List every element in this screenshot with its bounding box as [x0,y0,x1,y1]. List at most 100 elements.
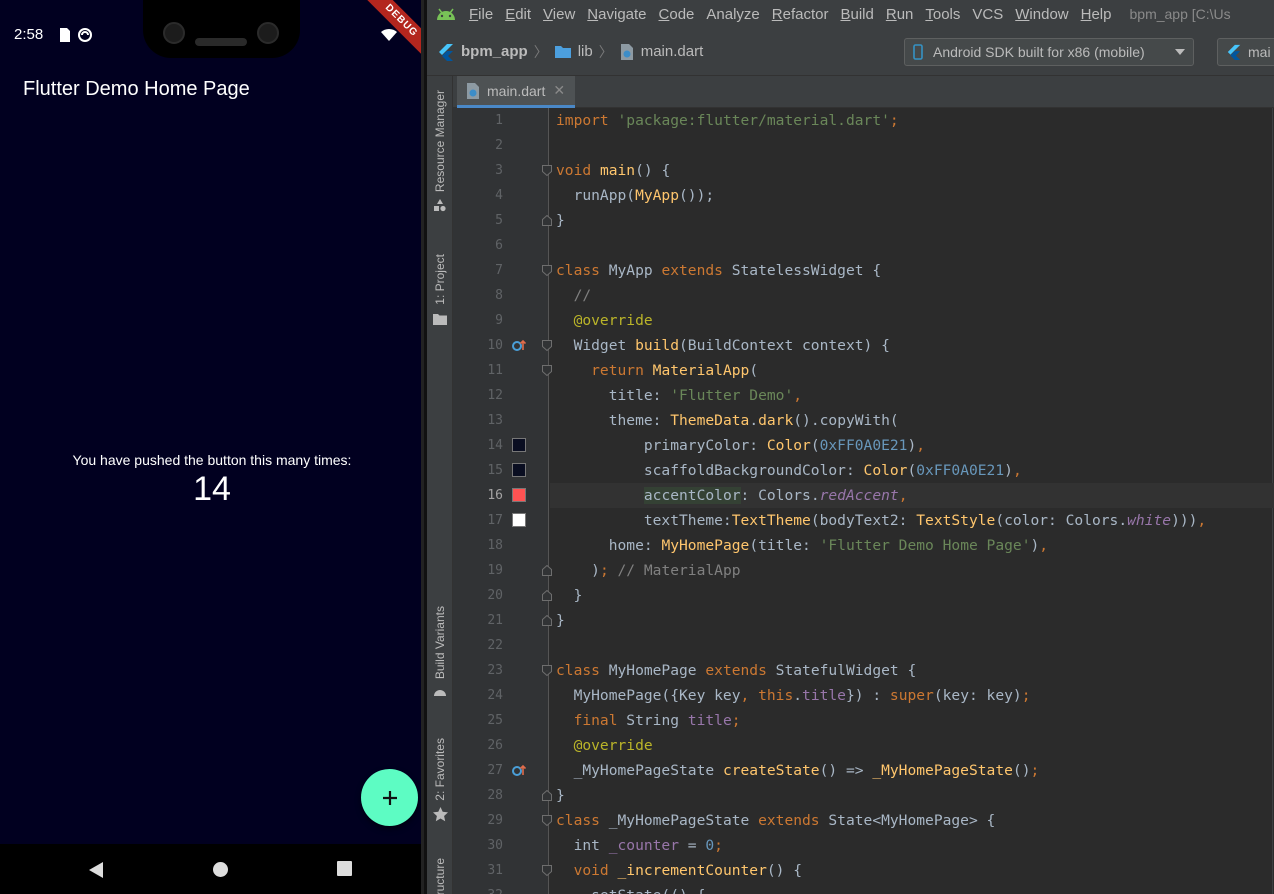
menu-item-code[interactable]: Code [659,6,695,23]
code-line[interactable]: 21} [453,608,1274,633]
code-text[interactable]: } [556,783,565,808]
increment-fab-button[interactable] [361,769,418,826]
code-line[interactable]: 2 [453,133,1274,158]
code-line[interactable]: 28} [453,783,1274,808]
code-line[interactable]: 31 void _incrementCounter() { [453,858,1274,883]
tool-tab-build-variants[interactable]: Build Variants [427,606,453,697]
tool-tab-project[interactable]: 1: Project [427,254,453,325]
code-line[interactable]: 24 MyHomePage({Key key, this.title}) : s… [453,683,1274,708]
android-studio-window: File Edit View Navigate Code Analyze Refactor B… [427,0,1274,894]
code-text[interactable]: ); // MaterialApp [556,558,740,583]
code-text[interactable]: MyHomePage({Key key, this.title}) : supe… [556,683,1031,708]
code-text[interactable]: textTheme:TextTheme(bodyText2: TextStyle… [556,508,1206,533]
code-text[interactable]: } [556,208,565,233]
code-line[interactable]: 27 _MyHomePageState createState() => _My… [453,758,1274,783]
menu-item-analyze[interactable]: Analyze [706,6,759,23]
code-line[interactable]: 15 scaffoldBackgroundColor: Color(0xFF0A… [453,458,1274,483]
code-line[interactable]: 14 primaryColor: Color(0xFF0A0E21), [453,433,1274,458]
code-line[interactable]: 20 } [453,583,1274,608]
code-line[interactable]: 1 import 'package:flutter/material.dart'; [453,108,1274,133]
code-line[interactable]: 4 runApp(MyApp()); [453,183,1274,208]
code-line[interactable]: 6 [453,233,1274,258]
override-marker-icon[interactable] [512,763,526,777]
code-line[interactable]: 32 setState(() { [453,883,1274,894]
code-line[interactable]: 11 return MaterialApp( [453,358,1274,383]
code-text[interactable]: Widget build(BuildContext context) { [556,333,890,358]
close-icon[interactable]: ✕ [553,82,565,99]
color-swatch-icon[interactable] [512,488,526,502]
code-text[interactable]: @override [556,308,653,333]
code-text[interactable]: scaffoldBackgroundColor: Color(0xFF0A0E2… [556,458,1022,483]
code-text[interactable]: setState(() { [556,883,705,894]
breadcrumb-folder[interactable]: lib [554,43,593,60]
code-line[interactable]: 25 final String title; [453,708,1274,733]
code-text[interactable]: accentColor: Colors.redAccent, [556,483,907,508]
line-number: 21 [487,613,503,628]
code-text[interactable]: @override [556,733,653,758]
code-text[interactable]: home: MyHomePage(title: 'Flutter Demo Ho… [556,533,1048,558]
code-line[interactable]: 17 textTheme:TextTheme(bodyText2: TextSt… [453,508,1274,533]
home-icon[interactable] [212,861,229,878]
color-swatch-icon[interactable] [512,438,526,452]
code-line[interactable]: 12 title: 'Flutter Demo', [453,383,1274,408]
code-text[interactable]: } [556,583,583,608]
menu-item-run[interactable]: Run [886,6,914,23]
code-text[interactable]: title: 'Flutter Demo', [556,383,802,408]
code-text[interactable]: class MyApp extends StatelessWidget { [556,258,881,283]
code-line[interactable]: 29 class _MyHomePageState extends State<M… [453,808,1274,833]
device-selector-dropdown[interactable]: Android SDK built for x86 (mobile) [904,38,1194,66]
editor-tab-main-dart[interactable]: main.dart ✕ [457,76,576,108]
tool-tab-favorites[interactable]: 2: Favorites [427,738,453,822]
code-text[interactable]: int _counter = 0; [556,833,723,858]
code-text[interactable]: void main() { [556,158,670,183]
code-text[interactable]: final String title; [556,708,741,733]
code-editor[interactable]: 1 import 'package:flutter/material.dart';… [453,108,1274,894]
code-line[interactable]: 3 void main() { [453,158,1274,183]
code-line[interactable]: 23 class MyHomePage extends StatefulWidge… [453,658,1274,683]
menu-item-vcs[interactable]: VCS [972,6,1003,23]
tool-tab-structure[interactable]: ructure [427,858,453,894]
code-line[interactable]: 22 [453,633,1274,658]
code-line[interactable]: 30 int _counter = 0; [453,833,1274,858]
code-text[interactable]: class _MyHomePageState extends State<MyH… [556,808,995,833]
code-line[interactable]: 13 theme: ThemeData.dark().copyWith( [453,408,1274,433]
breadcrumb-file[interactable]: main.dart [619,43,703,61]
menu-item-view[interactable]: View [543,6,575,23]
tool-tab-resource-manager[interactable]: Resource Manager [427,90,453,212]
menu-item-build[interactable]: Build [840,6,873,23]
menu-item-refactor[interactable]: Refactor [772,6,829,23]
back-icon[interactable] [88,861,104,879]
code-text[interactable]: } [556,608,565,633]
code-line[interactable]: 16 accentColor: Colors.redAccent, [453,483,1274,508]
menu-item-navigate[interactable]: Navigate [587,6,646,23]
code-line[interactable]: 19 ); // MaterialApp [453,558,1274,583]
code-line[interactable]: 26 @override [453,733,1274,758]
code-text[interactable]: import 'package:flutter/material.dart'; [556,108,899,133]
code-text[interactable]: primaryColor: Color(0xFF0A0E21), [556,433,925,458]
menu-item-edit[interactable]: Edit [505,6,531,23]
code-line[interactable]: 7 class MyApp extends StatelessWidget { [453,258,1274,283]
color-swatch-icon[interactable] [512,463,526,477]
code-text[interactable]: return MaterialApp( [556,358,758,383]
menu-item-file[interactable]: File [469,6,493,23]
code-line[interactable]: 8 // [453,283,1274,308]
code-text[interactable]: class MyHomePage extends StatefulWidget … [556,658,916,683]
code-text[interactable]: void _incrementCounter() { [556,858,802,883]
menu-item-help[interactable]: Help [1081,6,1112,23]
override-marker-icon[interactable] [512,338,526,352]
menu-item-tools[interactable]: Tools [925,6,960,23]
recents-icon[interactable] [337,861,352,876]
code-line[interactable]: 18 home: MyHomePage(title: 'Flutter Demo… [453,533,1274,558]
code-text[interactable]: runApp(MyApp()); [556,183,715,208]
code-line[interactable]: 9 @override [453,308,1274,333]
breadcrumb-project[interactable]: bpm_app [437,43,528,61]
code-text[interactable]: // [556,283,592,308]
line-number: 32 [453,883,503,894]
code-text[interactable]: theme: ThemeData.dark().copyWith( [556,408,899,433]
code-text[interactable]: _MyHomePageState createState() => _MyHom… [556,758,1040,783]
code-line[interactable]: 10 Widget build(BuildContext context) { [453,333,1274,358]
color-swatch-icon[interactable] [512,513,526,527]
menu-item-window[interactable]: Window [1015,6,1068,23]
run-config-dropdown[interactable]: mai [1217,38,1274,66]
code-line[interactable]: 5} [453,208,1274,233]
